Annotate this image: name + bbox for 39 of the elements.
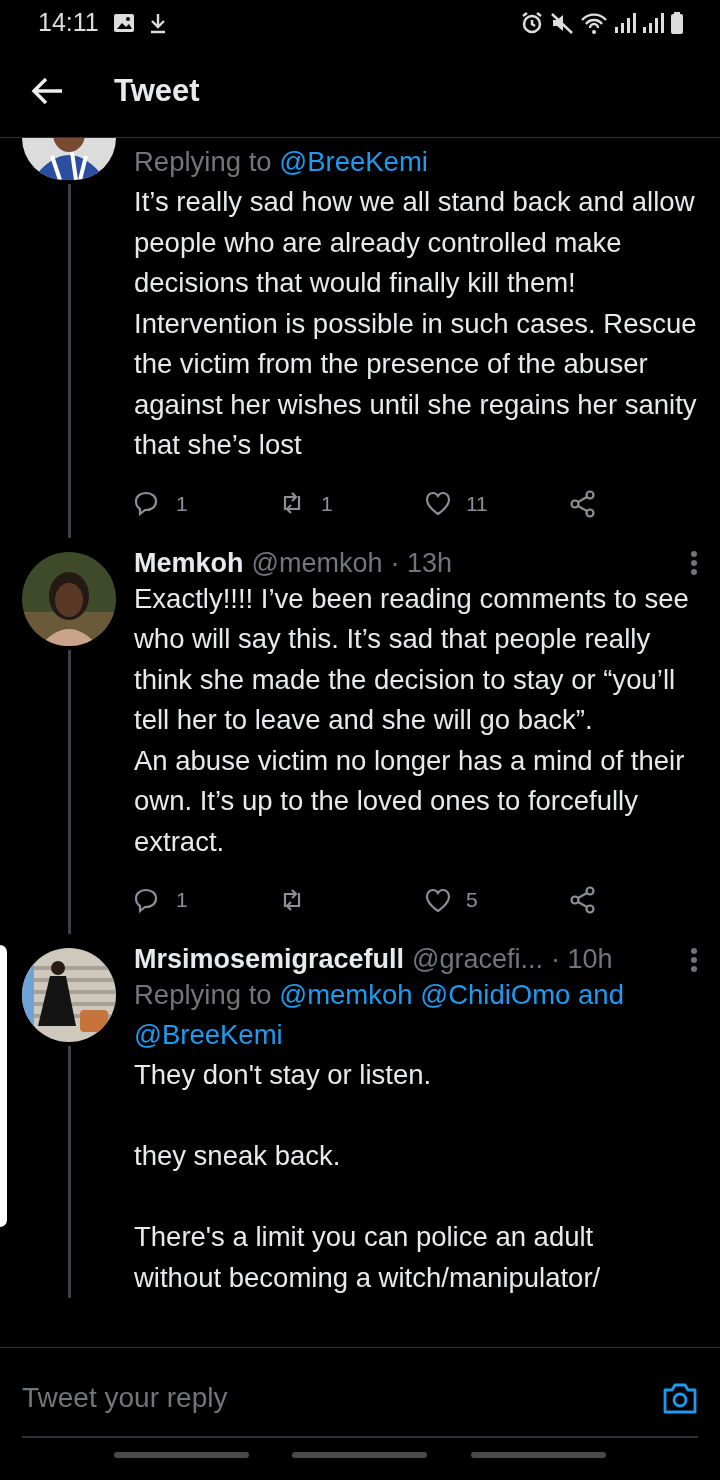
- edge-panel-handle[interactable]: [0, 945, 7, 1227]
- author-handle: @memkoh: [251, 547, 383, 579]
- action-count: 1: [176, 491, 188, 516]
- nav-bar-handle[interactable]: [471, 1452, 607, 1458]
- replying-to-text: Replying to @BreeKemi: [134, 145, 429, 179]
- tweet-time: · 13h: [390, 547, 453, 579]
- action-count: 1: [321, 491, 333, 516]
- tweet-text: They don't stay or listen. they sneak back. There's a limit you can police an adult without becoming a witch/manipulator/: [134, 1058, 602, 1295]
- alarm-icon: [520, 10, 544, 35]
- heart-icon[interactable]: [424, 490, 452, 517]
- nav-bar-handle[interactable]: [292, 1452, 428, 1458]
- action-count: 11: [466, 491, 488, 516]
- image-icon: [112, 11, 135, 34]
- tweet-time: · 10h: [551, 944, 613, 975]
- page-title: Tweet: [114, 73, 200, 109]
- signal-icon: [642, 10, 664, 35]
- action-count: 5: [466, 888, 478, 912]
- back-icon[interactable]: [30, 76, 64, 106]
- action-count: 1: [176, 888, 188, 912]
- more-options-icon[interactable]: [690, 550, 698, 576]
- share-icon[interactable]: [569, 886, 597, 914]
- author-name: Memkoh: [134, 547, 244, 579]
- tweet-text: It’s really sad how we all stand back and allow people who are already controlled make decisions that would finally kill them! Intervention is possible in such cases. Rescue the victim from the presence of the abuser against her wishes until she regains her sanity that she’s lost: [134, 185, 698, 462]
- signal-icon: [614, 10, 636, 35]
- download-icon: [148, 11, 167, 34]
- wifi-icon: [580, 10, 608, 35]
- nav-bar-handle[interactable]: [113, 1452, 249, 1458]
- tweet-text: Exactly!!!! I’ve been reading comments to see who will say this. It’s sad that people really think she made the decision to stay or “you’ll tell her to leave and she will go back”. An abuse victim no longer has a mind of their own. It’s up to the loved ones to forcefully extract.: [134, 581, 690, 859]
- mute-icon: [550, 10, 574, 35]
- replying-to-text: Replying to @memkoh @ChidiOmo and @BreeKemi: [134, 978, 625, 1052]
- author-handle: @gracefi...: [412, 944, 544, 975]
- share-icon[interactable]: [569, 489, 597, 518]
- status-time: 14:11: [38, 8, 99, 37]
- author-name: Mrsimosemigracefull: [134, 944, 405, 975]
- reply-field[interactable]: Tweet your reply: [22, 1382, 662, 1414]
- battery-icon: [670, 10, 684, 35]
- heart-icon[interactable]: [424, 886, 452, 914]
- more-options-icon[interactable]: [690, 946, 698, 973]
- camera-icon[interactable]: [662, 1381, 698, 1415]
